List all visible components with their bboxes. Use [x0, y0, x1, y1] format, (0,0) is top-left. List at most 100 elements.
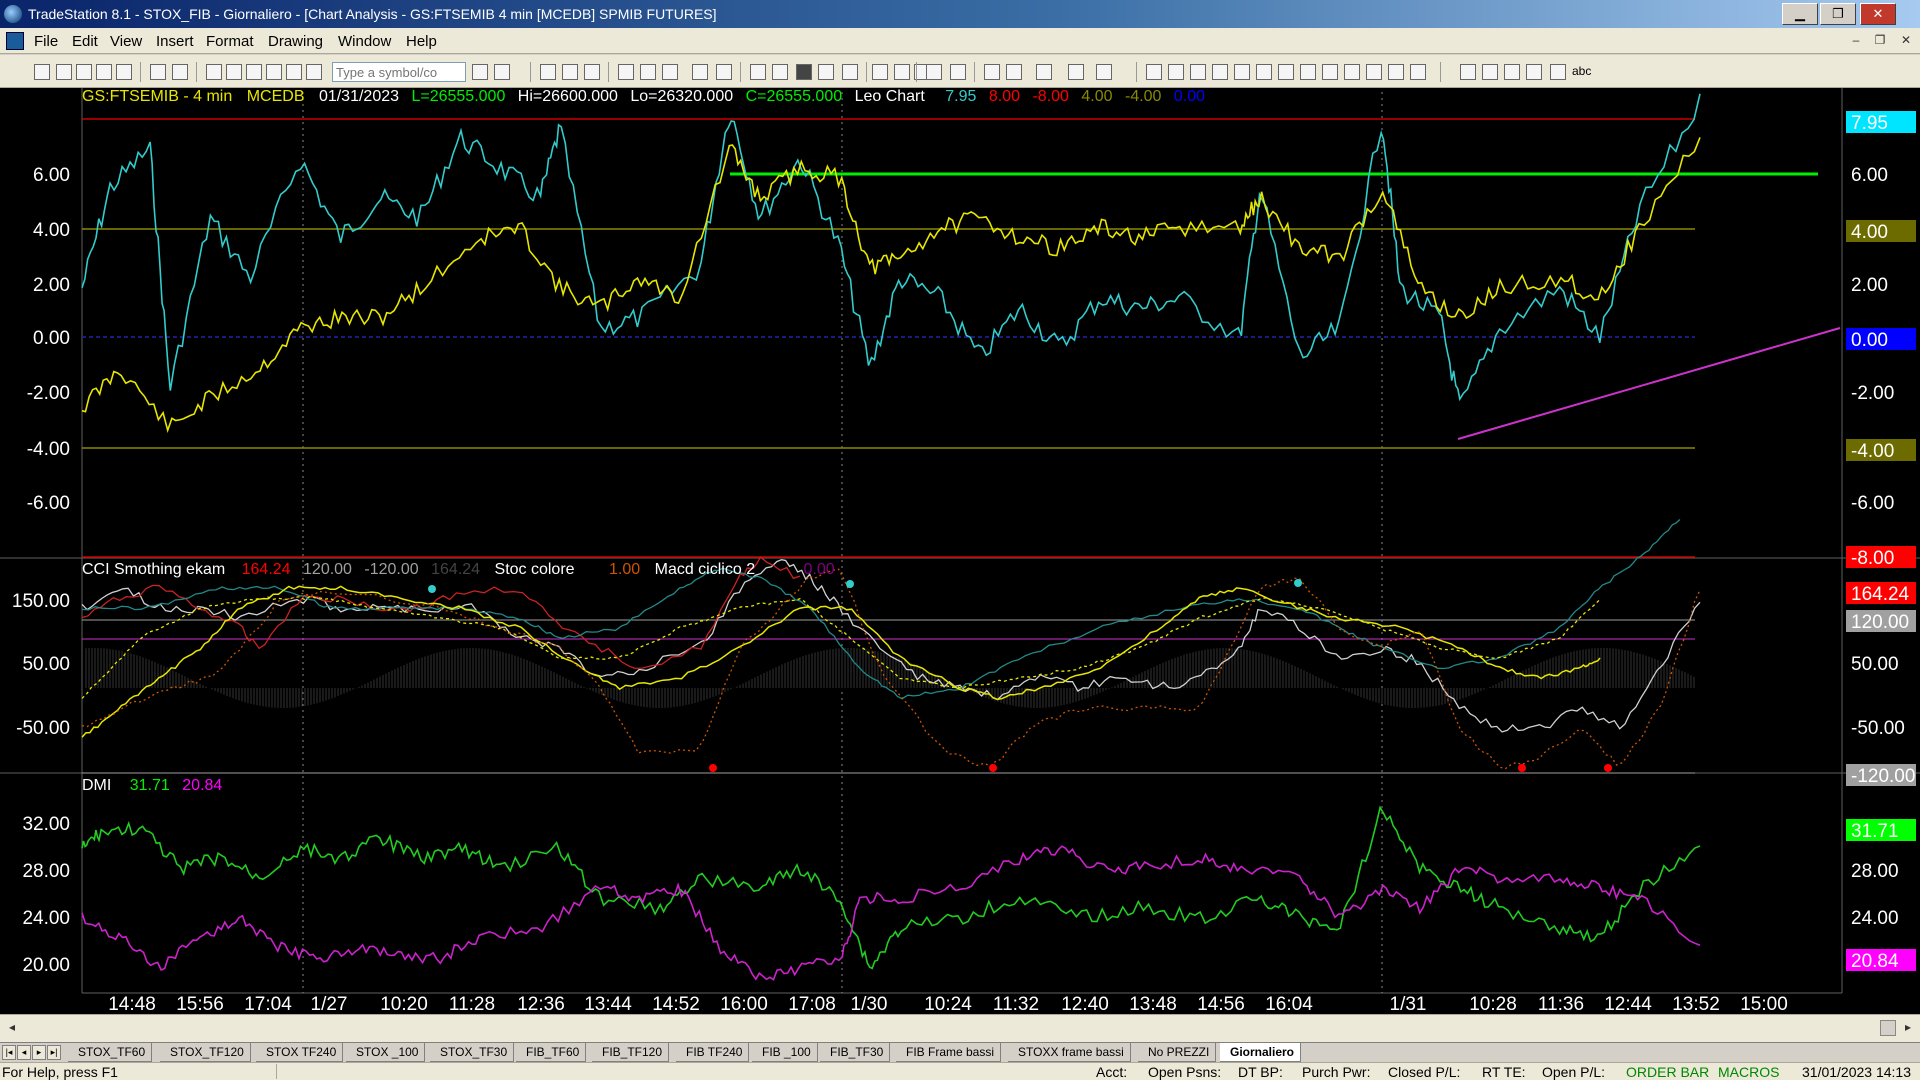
- gann-icon[interactable]: [1256, 64, 1272, 80]
- tab-stoxx-frame-bassi[interactable]: STOXX frame bassi: [1008, 1043, 1131, 1062]
- stoc-dotted-line[interactable]: [81, 568, 1701, 770]
- sheet-icon[interactable]: [584, 64, 600, 80]
- scroll-left-icon[interactable]: ◂: [4, 1020, 20, 1036]
- pitchfork-icon[interactable]: [1410, 64, 1426, 80]
- time-axis[interactable]: 14:48 15:56 17:04 1/27 10:20 11:28 12:36 13:44 1…: [108, 994, 1788, 1014]
- paint-icon[interactable]: [266, 64, 282, 80]
- text-tool-label[interactable]: abc: [1572, 64, 1591, 78]
- chart-document-icon[interactable]: [6, 32, 24, 50]
- multi-window-icon[interactable]: [716, 64, 732, 80]
- left-price-axis[interactable]: 6.00 4.00 2.00 0.00 -2.00 -4.00 -6.00 150.00 50.…: [12, 165, 70, 976]
- dmi-plus-line[interactable]: [81, 805, 1701, 970]
- globe-icon[interactable]: [286, 64, 302, 80]
- tab-stox-tf120[interactable]: STOX_TF120: [160, 1043, 251, 1062]
- scale-icon[interactable]: [894, 64, 910, 80]
- tab-stox-tf60[interactable]: STOX_TF60: [68, 1043, 153, 1062]
- pointer-icon[interactable]: [984, 64, 1000, 80]
- signal-dot[interactable]: [1604, 764, 1612, 772]
- restore-button[interactable]: ❐: [1820, 3, 1856, 25]
- menu-file[interactable]: File: [34, 33, 58, 50]
- mdi-restore-button[interactable]: ❐: [1870, 32, 1890, 50]
- minimize-button[interactable]: ▁: [1782, 3, 1818, 25]
- chart-scrollbar[interactable]: ◂ ▸: [0, 1014, 1920, 1042]
- fan-icon[interactable]: [1278, 64, 1294, 80]
- speed-icon[interactable]: [1366, 64, 1382, 80]
- menu-view[interactable]: View: [110, 33, 142, 50]
- menu-insert[interactable]: Insert: [156, 33, 194, 50]
- zoom-in-icon[interactable]: [926, 64, 942, 80]
- tab-first-icon[interactable]: |◂: [2, 1045, 16, 1060]
- menu-edit[interactable]: Edit: [72, 33, 98, 50]
- down-arrow-icon[interactable]: [1482, 64, 1498, 80]
- tab-fib-tf30[interactable]: FIB_TF30: [820, 1043, 891, 1062]
- tab-stox-tf240[interactable]: STOX TF240: [256, 1043, 344, 1062]
- fib-icon[interactable]: [1212, 64, 1228, 80]
- dmi-minus-line[interactable]: [81, 845, 1701, 981]
- order-icon[interactable]: [1068, 64, 1084, 80]
- signal-dot[interactable]: [1294, 579, 1302, 587]
- select-icon[interactable]: [1006, 64, 1022, 80]
- chart-analysis-window[interactable]: GS:FTSEMIB - 4 min MCEDB 01/31/2023 L=26…: [0, 88, 1920, 1014]
- window-icon[interactable]: [692, 64, 708, 80]
- vertical-lines-icon[interactable]: [1168, 64, 1184, 80]
- tab-stox-tf30[interactable]: STOX_TF30: [430, 1043, 515, 1062]
- status-macros[interactable]: MACROS: [1718, 1064, 1779, 1080]
- signal-dot[interactable]: [846, 580, 854, 588]
- move-left-icon[interactable]: [872, 64, 888, 80]
- arc-icon[interactable]: [1234, 64, 1250, 80]
- leo-chart-cyan-line[interactable]: [81, 93, 1701, 402]
- cci-smoothing-line[interactable]: [81, 559, 1701, 733]
- tab-prev-icon[interactable]: ◂: [17, 1045, 31, 1060]
- arrow-right-icon[interactable]: [472, 64, 488, 80]
- print-preview-icon[interactable]: [150, 64, 166, 80]
- scanner-icon[interactable]: [750, 64, 766, 80]
- hand-icon[interactable]: [1096, 64, 1112, 80]
- channel-icon[interactable]: [1344, 64, 1360, 80]
- candle-icon[interactable]: [842, 64, 858, 80]
- dark-chart-icon[interactable]: [796, 64, 812, 80]
- scrollbar-thumb[interactable]: [1880, 1020, 1896, 1036]
- arrow-line-icon[interactable]: [1322, 64, 1338, 80]
- chart-canvas[interactable]: GS:FTSEMIB - 4 min MCEDB 01/31/2023 L=26…: [0, 88, 1920, 1014]
- save-icon[interactable]: [96, 64, 112, 80]
- pencil-icon[interactable]: [1388, 64, 1404, 80]
- menu-window[interactable]: Window: [338, 33, 391, 50]
- tab-fib-tf120[interactable]: FIB_TF120: [592, 1043, 670, 1062]
- close-button[interactable]: ✕: [1860, 3, 1896, 25]
- new-icon[interactable]: [34, 64, 50, 80]
- right-price-axis[interactable]: 7.95 6.00 4.00 2.00 0.00 -2.00 -4.00 -6.00 -8.00…: [1846, 111, 1916, 972]
- horizontal-lines-icon[interactable]: [1190, 64, 1206, 80]
- tab-next-icon[interactable]: ▸: [32, 1045, 46, 1060]
- tab-giornaliero[interactable]: Giornaliero: [1220, 1043, 1302, 1062]
- indicator-icon[interactable]: [640, 64, 656, 80]
- grid-icon[interactable]: [540, 64, 556, 80]
- ellipse-icon[interactable]: [1526, 64, 1542, 80]
- zoom-out-icon[interactable]: [950, 64, 966, 80]
- andrews-icon[interactable]: [1300, 64, 1316, 80]
- leo-chart-yellow-line[interactable]: [81, 137, 1701, 434]
- strategy-icon[interactable]: [662, 64, 678, 80]
- tab-fib-tf240[interactable]: FIB TF240: [676, 1043, 750, 1062]
- signal-dot[interactable]: [428, 585, 436, 593]
- trendline-icon[interactable]: [1146, 64, 1162, 80]
- tab-no-prezzi[interactable]: No PREZZI: [1138, 1043, 1217, 1062]
- symbol-input[interactable]: [332, 62, 466, 82]
- open-workspace-icon[interactable]: [76, 64, 92, 80]
- menu-help[interactable]: Help: [406, 33, 437, 50]
- mdi-minimize-button[interactable]: –: [1846, 32, 1866, 50]
- scroll-right-icon[interactable]: ▸: [1900, 1020, 1916, 1036]
- tab-stox-100[interactable]: STOX _100: [346, 1043, 426, 1062]
- copy-icon[interactable]: [226, 64, 242, 80]
- table-icon[interactable]: [562, 64, 578, 80]
- color-icon[interactable]: [306, 64, 322, 80]
- tab-fib-tf60[interactable]: FIB_TF60: [516, 1043, 587, 1062]
- cut-icon[interactable]: [206, 64, 222, 80]
- signal-dot[interactable]: [1518, 764, 1526, 772]
- curve-icon[interactable]: [1460, 64, 1476, 80]
- save-all-icon[interactable]: [116, 64, 132, 80]
- bar-type-icon[interactable]: [818, 64, 834, 80]
- menu-format[interactable]: Format: [206, 33, 254, 50]
- signal-dot[interactable]: [709, 764, 717, 772]
- menu-drawing[interactable]: Drawing: [268, 33, 323, 50]
- mdi-close-button[interactable]: ✕: [1896, 32, 1916, 50]
